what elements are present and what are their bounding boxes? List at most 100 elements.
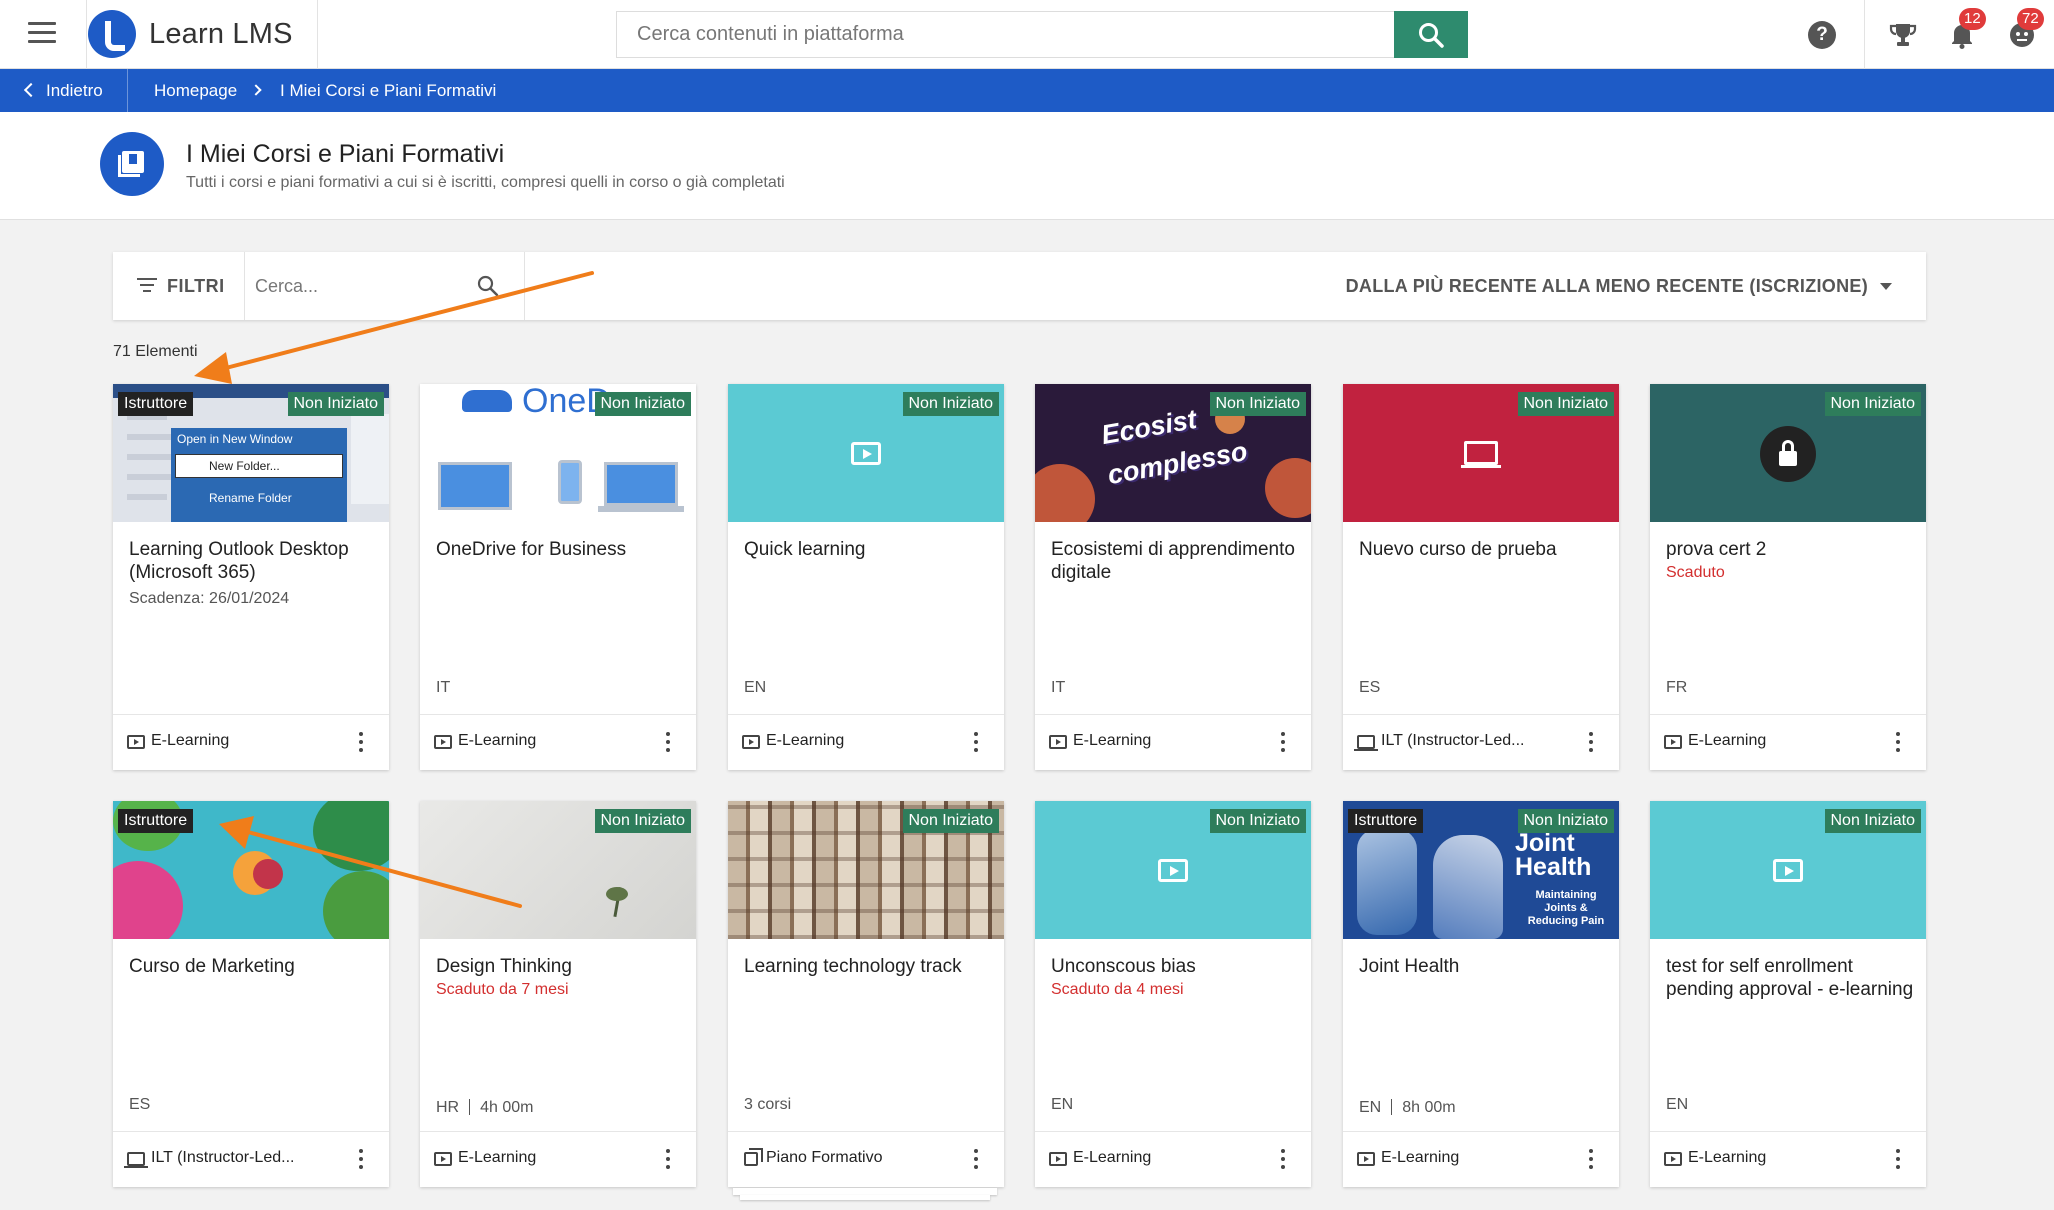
more-options-icon[interactable] [359,732,363,752]
learning-plan-card[interactable]: Non Iniziato Learning technology track 3… [728,801,1004,1187]
status-badge: Non Iniziato [594,809,691,833]
divider [524,252,525,320]
status-badge: Non Iniziato [1517,392,1614,416]
messages-badge: 72 [2017,8,2044,30]
course-language: EN [1666,1096,1689,1113]
sort-label: DALLA PIÙ RECENTE ALLA MENO RECENTE (ISC… [1345,276,1868,296]
thumb-headline-1: Ecosist [1099,403,1199,451]
course-title: prova cert 2 [1666,539,1767,560]
help-icon[interactable]: ? [1808,21,1836,49]
top-bar: Learn LMS ? 12 72 [0,0,2054,69]
divider [127,69,128,112]
course-title: Ecosistemi di apprendimento digitale [1051,539,1295,583]
course-thumbnail: OneD Non Iniziato [420,384,696,522]
page-subtitle: Tutti i corsi e piani formativi a cui si… [186,174,785,191]
course-card[interactable]: Joint Health Maintaining Joints & Reducing… [1343,801,1619,1187]
trophy-icon[interactable] [1888,20,1918,50]
course-type: E-Learning [151,732,230,749]
more-options-icon[interactable] [666,732,670,752]
course-type: E-Learning [1381,1149,1460,1166]
more-options-icon[interactable] [974,732,978,752]
filter-icon [137,278,157,296]
filters-label: FILTRI [167,276,225,296]
elearning-icon [434,1152,452,1166]
elearning-icon [434,735,452,749]
back-label: Indietro [46,81,103,100]
course-type: E-Learning [458,732,537,749]
back-link[interactable]: Indietro [23,81,103,101]
course-language: ES [1359,679,1381,696]
course-language: IT [436,679,451,696]
card-footer: E-Learning [1650,1131,1926,1187]
more-options-icon[interactable] [1589,732,1593,752]
card-footer: E-Learning [1035,1131,1311,1187]
course-card[interactable]: Istruttore Curso de Marketing ES ILT (In… [113,801,389,1187]
course-thumbnail: Non Iniziato [728,384,1004,522]
course-type: E-Learning [1073,1149,1152,1166]
more-options-icon[interactable] [1896,1149,1900,1169]
more-options-icon[interactable] [1896,732,1900,752]
filters-button[interactable]: FILTRI [113,252,245,320]
course-title: Learning Outlook Desktop (Microsoft 365) [129,539,349,583]
course-card[interactable]: Open in New Window New Folder... Rename … [113,384,389,770]
page-header: I Miei Corsi e Piani Formativi Tutti i c… [0,112,2054,220]
divider [1864,0,1865,69]
course-language: IT [1051,679,1066,696]
course-card[interactable]: Non Iniziato Design Thinking Scaduto da … [420,801,696,1187]
course-language: ES [129,1096,151,1113]
course-card[interactable]: Non Iniziato test for self enrollment pe… [1650,801,1926,1187]
card-footer: Piano Formativo [728,1131,1004,1187]
page-title: I Miei Corsi e Piani Formativi [186,140,505,168]
course-expired-label: Scaduto [1666,564,1725,581]
menu-icon[interactable] [28,22,56,46]
course-type: ILT (Instructor-Led... [1381,732,1525,749]
thumb-tagline: Maintaining Joints & Reducing Pain [1527,889,1605,927]
notifications-bell-icon[interactable]: 12 [1947,8,1986,50]
search-button[interactable] [1394,11,1468,58]
course-card[interactable]: Non Iniziato prova cert 2 Scaduto FR E-L… [1650,384,1926,770]
global-search-input[interactable] [616,11,1394,58]
more-options-icon[interactable] [666,1149,670,1169]
course-card[interactable]: Non Iniziato Nuevo curso de prueba ES IL… [1343,384,1619,770]
course-title: Nuevo curso de prueba [1359,539,1557,560]
notifications-badge: 12 [1959,8,1986,30]
logo-icon[interactable] [88,10,136,58]
instructor-badge: Istruttore [118,392,194,416]
status-badge: Non Iniziato [287,392,384,416]
course-card[interactable]: Non Iniziato Unconscous bias Scaduto da … [1035,801,1311,1187]
more-options-icon[interactable] [359,1149,363,1169]
course-type: Piano Formativo [766,1149,883,1166]
course-title: test for self enrollment pending approva… [1666,956,1914,1000]
search-icon[interactable] [477,275,499,297]
catalog-search-input[interactable] [255,268,455,304]
more-options-icon[interactable] [1589,1149,1593,1169]
more-options-icon[interactable] [974,1149,978,1169]
card-footer: E-Learning [728,714,1004,770]
course-thumbnail: Joint Health Maintaining Joints & Reducing… [1343,801,1619,939]
plan-course-count: 3 corsi [744,1096,792,1113]
divider [86,0,87,69]
course-card[interactable]: Ecosist complesso Non Iniziato Ecosistem… [1035,384,1311,770]
elearning-icon [1664,1152,1682,1166]
card-footer: E-Learning [1035,714,1311,770]
brand-name[interactable]: Learn LMS [149,18,293,51]
course-thumbnail: Non Iniziato [1650,801,1926,939]
courses-stack-icon [100,132,164,196]
course-type: E-Learning [1688,732,1767,749]
elearning-icon [1357,1152,1375,1166]
course-thumbnail: Istruttore [113,801,389,939]
course-thumbnail: Non Iniziato [1343,384,1619,522]
breadcrumb-home-link[interactable]: Homepage [154,81,237,101]
learning-plan-icon [744,1148,763,1166]
avatar-icon[interactable]: 72 [2007,8,2044,50]
sort-dropdown[interactable]: DALLA PIÙ RECENTE ALLA MENO RECENTE (ISC… [1346,276,1892,297]
course-language: EN [744,679,767,696]
more-options-icon[interactable] [1281,1149,1285,1169]
elearning-icon [742,735,760,749]
course-thumbnail: Non Iniziato [728,801,1004,939]
status-badge: Non Iniziato [594,392,691,416]
more-options-icon[interactable] [1281,732,1285,752]
instructor-badge: Istruttore [118,809,194,833]
course-card[interactable]: Non Iniziato Quick learning EN E-Learnin… [728,384,1004,770]
course-card[interactable]: OneD Non Iniziato OneDrive for Business … [420,384,696,770]
